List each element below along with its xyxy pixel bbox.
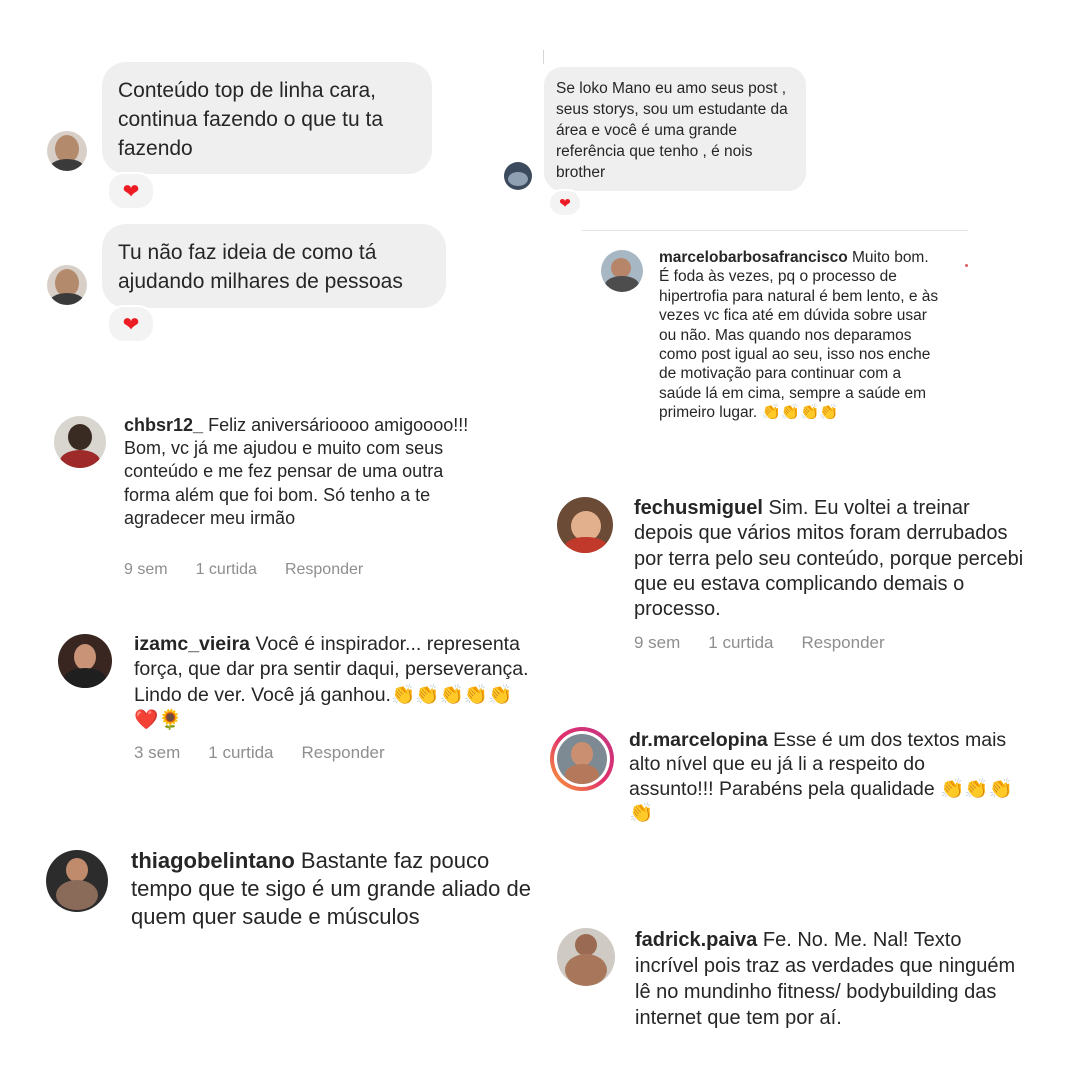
comment-text: Muito bom. É foda às vezes, pq o process…: [659, 249, 939, 422]
dot: [965, 264, 968, 267]
avatar: [557, 928, 615, 986]
avatar: [601, 250, 643, 292]
comment-meta: 9 sem 1 curtida Responder: [634, 633, 913, 653]
reply-button[interactable]: Responder: [302, 743, 385, 763]
avatar: [557, 497, 613, 553]
heart-icon: ❤: [559, 194, 571, 211]
heart-icon: ❤: [122, 180, 140, 203]
reaction-heart[interactable]: ❤: [107, 305, 155, 343]
comment-meta: 3 sem 1 curtida Responder: [134, 743, 413, 763]
comment: thiagobelintano Bastante faz pouco tempo…: [131, 847, 541, 931]
avatar: [58, 634, 112, 688]
comment-username[interactable]: dr.marcelopina: [629, 729, 768, 751]
message-text: Se loko Mano eu amo seus post , seus sto…: [556, 80, 788, 181]
message-text: Conteúdo top de linha cara, continua faz…: [118, 79, 384, 160]
reply-button[interactable]: Responder: [285, 561, 363, 579]
comment-time: 3 sem: [134, 743, 181, 762]
comment: fadrick.paiva Fe. No. Me. Nal! Texto inc…: [635, 927, 1020, 1031]
comment-username[interactable]: chbsr12_: [124, 415, 203, 435]
message-bubble: Se loko Mano eu amo seus post , seus sto…: [544, 67, 806, 191]
comment-username[interactable]: marcelobarbosafrancisco: [659, 249, 848, 266]
avatar: [554, 731, 610, 787]
comment-username[interactable]: fechusmiguel: [634, 497, 763, 519]
avatar: [47, 131, 87, 171]
comment-meta: 9 sem 1 curtida Responder: [124, 561, 391, 579]
comment-username[interactable]: izamc_vieira: [134, 633, 250, 655]
reply-button[interactable]: Responder: [802, 633, 885, 653]
comment: izamc_vieira Você é inspirador... repres…: [134, 632, 534, 733]
reaction-heart[interactable]: ❤: [107, 172, 155, 210]
divider: [582, 230, 968, 231]
heart-icon: ❤: [122, 313, 140, 336]
reaction-heart[interactable]: ❤: [548, 189, 582, 217]
comment-username[interactable]: thiagobelintano: [131, 848, 295, 873]
story-ring[interactable]: [550, 727, 614, 791]
message-bubble: Tu não faz ideia de como tá ajudando mil…: [102, 224, 446, 308]
comment: chbsr12_ Feliz aniversárioooo amigoooo!!…: [124, 414, 474, 530]
like-count[interactable]: 1 curtida: [208, 743, 273, 763]
message-bubble: Conteúdo top de linha cara, continua faz…: [102, 62, 432, 174]
comment: marcelobarbosafrancisco Muito bom. É fod…: [659, 248, 939, 423]
avatar: [46, 850, 108, 912]
message-text: Tu não faz ideia de como tá ajudando mil…: [118, 241, 403, 293]
comment-time: 9 sem: [124, 561, 168, 578]
avatar: [54, 416, 106, 468]
comment: dr.marcelopina Esse é um dos textos mais…: [629, 728, 1014, 825]
avatar: [47, 265, 87, 305]
avatar: [504, 162, 532, 190]
divider: [543, 50, 544, 64]
comment: fechusmiguel Sim. Eu voltei a treinar de…: [634, 496, 1029, 622]
like-count[interactable]: 1 curtida: [708, 633, 773, 653]
like-count[interactable]: 1 curtida: [196, 561, 257, 579]
comment-username[interactable]: fadrick.paiva: [635, 929, 757, 951]
comment-time: 9 sem: [634, 633, 681, 652]
